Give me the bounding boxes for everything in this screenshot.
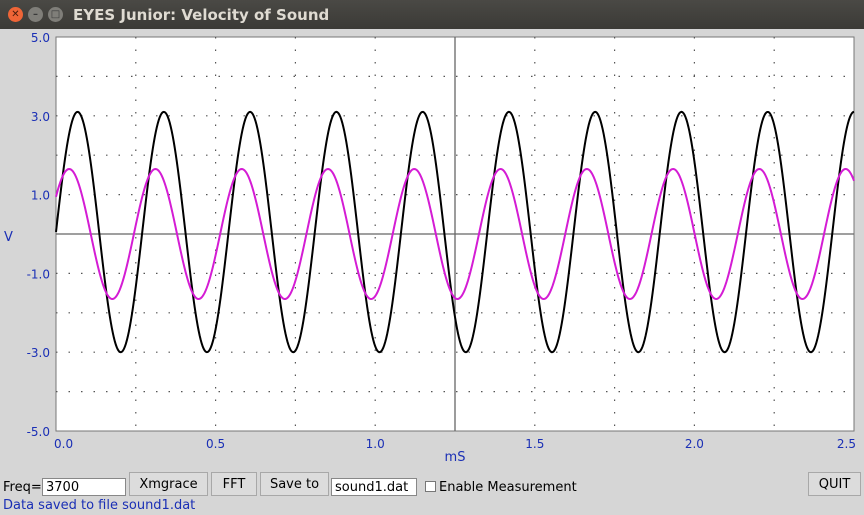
y-tick-label: 1.0 — [31, 189, 50, 203]
title-bar: ✕ – □ EYES Junior: Velocity of Sound — [0, 0, 864, 29]
y-tick-label: -5.0 — [27, 425, 50, 439]
window-title: EYES Junior: Velocity of Sound — [73, 6, 330, 24]
x-axis-label: mS — [445, 450, 466, 465]
y-tick-label: -3.0 — [27, 346, 50, 360]
x-tick-label: 2.0 — [685, 437, 704, 451]
freq-label: Freq= — [3, 480, 42, 495]
filename-input[interactable] — [331, 478, 417, 496]
save-to-button[interactable]: Save to — [260, 472, 329, 496]
frequency-input[interactable] — [42, 478, 126, 496]
enable-measurement-checkbox[interactable] — [425, 481, 436, 492]
y-tick-label: 5.0 — [31, 31, 50, 45]
status-message: Data saved to file sound1.dat — [3, 498, 196, 513]
fft-button[interactable]: FFT — [211, 472, 257, 496]
oscilloscope-plot[interactable]: 5.03.01.0-1.0-3.0-5.00.0 0.5 1.0 1.5 2.0 2.5 … — [0, 29, 864, 465]
x-tick-label: 0.0 — [54, 437, 73, 451]
y-axis-label: V — [4, 230, 13, 245]
minimize-window-icon[interactable]: – — [28, 7, 43, 22]
close-window-icon[interactable]: ✕ — [8, 7, 23, 22]
enable-measurement-label: Enable Measurement — [439, 480, 577, 495]
x-tick-label: 0.5 — [206, 437, 225, 451]
quit-button[interactable]: QUIT — [808, 472, 861, 496]
xmgrace-button[interactable]: Xmgrace — [129, 472, 208, 496]
control-bar: Freq= Xmgrace FFT Save to Enable Measure… — [0, 468, 864, 498]
maximize-window-icon[interactable]: □ — [48, 7, 63, 22]
x-tick-label: 1.0 — [366, 437, 385, 451]
x-tick-label: 2.5 — [837, 437, 856, 451]
y-tick-label: -1.0 — [27, 267, 50, 281]
y-tick-label: 3.0 — [31, 110, 50, 124]
x-tick-label: 1.5 — [525, 437, 544, 451]
